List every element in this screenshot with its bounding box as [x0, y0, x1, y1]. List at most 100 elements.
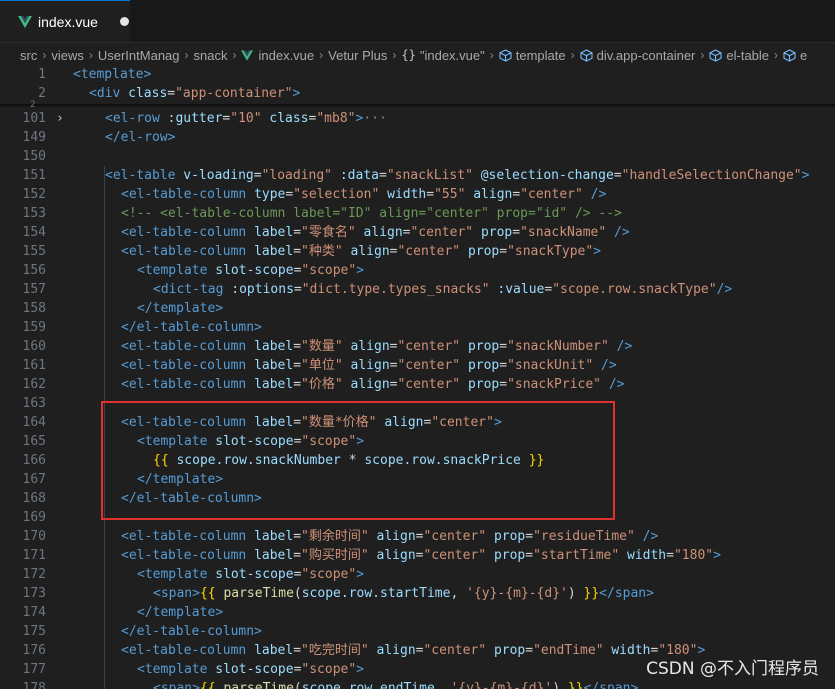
vue-file-icon [241, 49, 254, 61]
code-line[interactable]: 162 <el-table-column label="价格" align="ce… [0, 375, 835, 394]
line-number: 150 [22, 149, 46, 164]
code-line[interactable]: 153 <!-- <el-table-column label="ID" alig… [0, 204, 835, 223]
line-number: 1 [38, 67, 46, 82]
line-number: 101 [22, 111, 46, 126]
fold-chevron-icon[interactable]: › [56, 109, 64, 128]
breadcrumb-snack[interactable]: snack [194, 48, 228, 63]
cube-icon [783, 48, 796, 62]
breadcrumb-template[interactable]: template [499, 48, 566, 63]
line-number: 158 [22, 301, 46, 316]
code-line[interactable]: 150 [0, 147, 835, 166]
sticky-line[interactable]: 2 <div class="app-container"> [0, 84, 835, 103]
line-number: 149 [22, 130, 46, 145]
code-line[interactable]: 154 <el-table-column label="零食名" align="c… [0, 223, 835, 242]
line-number: 169 [22, 510, 46, 525]
code-editor[interactable]: 2 1 <template> 2 <div class="app-container"… [0, 64, 835, 689]
code-text: <template slot-scope="scope"> [137, 662, 365, 677]
code-line[interactable]: 101 › <el-row :gutter="10" class="mb8">··· [0, 109, 835, 128]
code-text: <span>{{ parseTime(scope.row.endTime, '{… [153, 681, 639, 689]
line-number: 164 [22, 415, 46, 430]
line-number: 159 [22, 320, 46, 335]
tab-bar: index.vue [0, 0, 835, 43]
breadcrumb-module[interactable]: {} "index.vue" [401, 48, 484, 63]
code-text: <el-table-column label="价格" align="cente… [121, 377, 625, 392]
line-number: 178 [22, 681, 46, 689]
code-line[interactable]: 149 </el-row> [0, 128, 835, 147]
line-number: 173 [22, 586, 46, 601]
line-number: 157 [22, 282, 46, 297]
breadcrumb-userintmanag[interactable]: UserIntManag [98, 48, 180, 63]
cube-icon [580, 48, 593, 62]
code-line[interactable]: 158 </template> [0, 299, 835, 318]
line-number: 168 [22, 491, 46, 506]
code-text: <span>{{ parseTime(scope.row.startTime, … [153, 586, 654, 601]
breadcrumb-vetur[interactable]: Vetur Plus [328, 48, 387, 63]
breadcrumb-file[interactable]: index.vue [241, 48, 314, 63]
braces-icon: {} [401, 48, 416, 62]
code-line[interactable]: 175 </el-table-column> [0, 622, 835, 641]
cube-icon [709, 48, 722, 62]
line-number: 175 [22, 624, 46, 639]
line-number: 2 [38, 86, 46, 101]
code-text: <el-row :gutter="10" class="mb8">··· [105, 111, 387, 126]
vue-file-icon [18, 15, 32, 28]
code-text: </el-row> [105, 130, 176, 145]
sticky-line[interactable]: 1 <template> [0, 65, 835, 84]
line-number: 172 [22, 567, 46, 582]
line-number: 177 [22, 662, 46, 677]
code-text: <template> [73, 67, 152, 82]
cube-icon [499, 48, 512, 62]
line-number: 152 [22, 187, 46, 202]
code-line[interactable]: 171 <el-table-column label="购买时间" align="… [0, 546, 835, 565]
code-text: <el-table-column label="零食名" align="cent… [121, 225, 630, 240]
code-line[interactable]: 159 </el-table-column> [0, 318, 835, 337]
line-number: 176 [22, 643, 46, 658]
highlight-annotation-box [101, 401, 615, 520]
sticky-scroll-shadow [0, 104, 835, 108]
line-number: 166 [22, 453, 46, 468]
line-number: 151 [22, 168, 46, 183]
code-text: <el-table-column label="吃完时间" align="cen… [121, 643, 706, 658]
code-line[interactable]: 170 <el-table-column label="剩余时间" align="… [0, 527, 835, 546]
code-text: <el-table-column label="剩余时间" align="cen… [121, 529, 659, 544]
line-number: 155 [22, 244, 46, 259]
code-text: </el-table-column> [121, 624, 262, 639]
code-line[interactable]: 172 <template slot-scope="scope"> [0, 565, 835, 584]
unsaved-dot-icon[interactable] [119, 17, 129, 26]
code-text: <!-- <el-table-column label="ID" align="… [121, 206, 622, 221]
line-number: 161 [22, 358, 46, 373]
tab-index-vue[interactable]: index.vue [0, 0, 130, 42]
chevron-right-icon: › [42, 48, 47, 62]
chevron-right-icon: › [489, 48, 494, 62]
code-text: <el-table-column label="购买时间" align="cen… [121, 548, 721, 563]
code-text: </template> [137, 301, 224, 316]
breadcrumb-views[interactable]: views [51, 48, 84, 63]
code-line[interactable]: 178 <span>{{ parseTime(scope.row.endTime,… [0, 679, 835, 689]
watermark: CSDN @不入门程序员 [646, 659, 819, 679]
chevron-right-icon: › [88, 48, 93, 62]
code-line[interactable]: 161 <el-table-column label="单位" align="ce… [0, 356, 835, 375]
breadcrumb-template-label: template [515, 47, 566, 63]
code-line[interactable]: 157 <dict-tag :options="dict.type.types_s… [0, 280, 835, 299]
breadcrumb-src[interactable]: src [20, 48, 37, 63]
tab-label: index.vue [38, 13, 98, 30]
code-line[interactable]: 152 <el-table-column type="selection" wid… [0, 185, 835, 204]
breadcrumb-el-table-label: el-table [726, 47, 770, 63]
code-line[interactable]: 160 <el-table-column label="数量" align="ce… [0, 337, 835, 356]
code-text: <template slot-scope="scope"> [137, 567, 365, 582]
line-number: 163 [22, 396, 46, 411]
code-line[interactable]: 155 <el-table-column label="种类" align="ce… [0, 242, 835, 261]
code-text: </template> [137, 605, 224, 620]
code-text: <el-table-column type="selection" width=… [121, 187, 607, 202]
code-text: <el-table-column label="单位" align="cente… [121, 358, 617, 373]
code-line[interactable]: 174 </template> [0, 603, 835, 622]
line-number: 162 [22, 377, 46, 392]
code-line[interactable]: 173 <span>{{ parseTime(scope.row.startTim… [0, 584, 835, 603]
breadcrumb-div[interactable]: div.app-container [580, 48, 695, 63]
breadcrumb-overflow[interactable]: e [783, 48, 807, 63]
code-line[interactable]: 151 <el-table v-loading="loading" :data="… [0, 166, 835, 185]
chevron-right-icon: › [184, 48, 189, 62]
code-text: </el-table-column> [121, 320, 262, 335]
code-line[interactable]: 156 <template slot-scope="scope"> [0, 261, 835, 280]
breadcrumb-el-table[interactable]: el-table [709, 48, 769, 63]
